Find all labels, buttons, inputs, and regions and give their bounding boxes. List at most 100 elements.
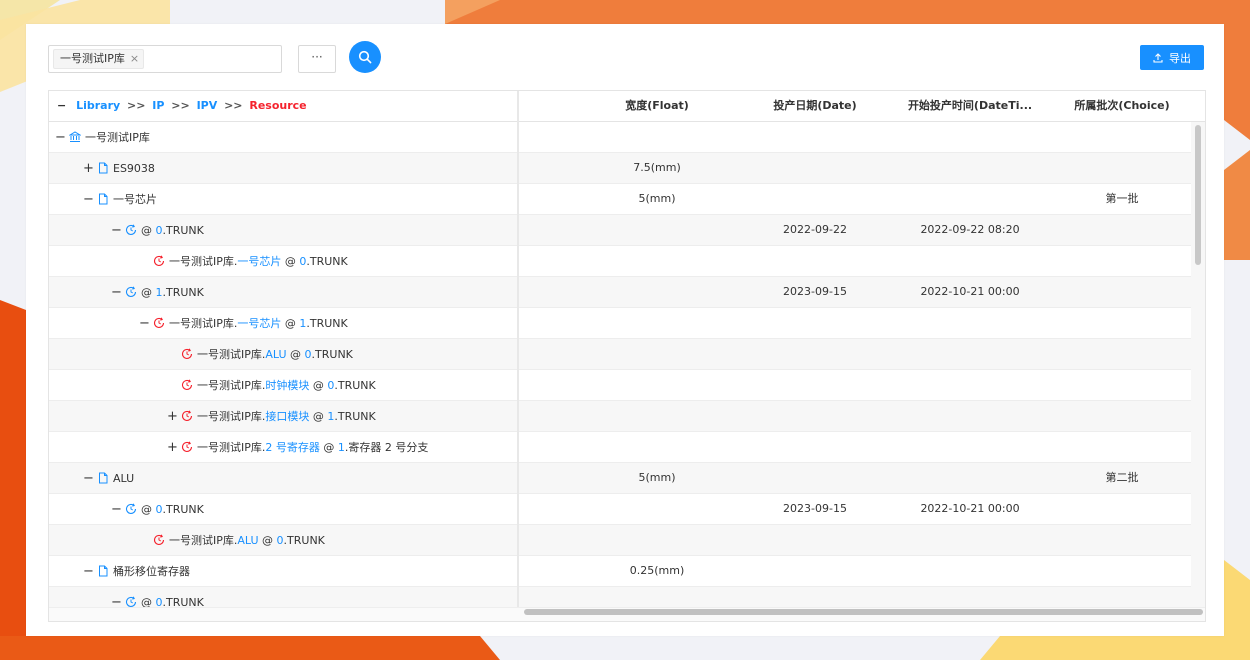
table-cell[interactable] [745, 370, 885, 400]
table-cell[interactable] [1055, 432, 1189, 462]
table-cell[interactable] [569, 246, 745, 276]
table-cell[interactable] [1055, 525, 1189, 555]
table-cell[interactable]: 2023-09-15 [745, 277, 885, 307]
table-cell[interactable] [885, 463, 1055, 493]
collapse-icon[interactable]: − [139, 316, 150, 331]
tag-remove-icon[interactable]: × [130, 50, 139, 68]
tree-node-label[interactable]: 一号测试IP库.时钟模块 @ 0.TRUNK [197, 377, 376, 393]
tree-node-label[interactable]: @ 0.TRUNK [141, 503, 204, 516]
table-row[interactable]: − 一号芯片 5(mm) 第一批 [49, 184, 1205, 215]
table-cell[interactable] [569, 432, 745, 462]
node-link[interactable]: ALU [265, 348, 286, 361]
table-cell[interactable] [885, 308, 1055, 338]
table-cell[interactable] [885, 184, 1055, 214]
collapse-icon[interactable]: − [111, 223, 122, 238]
collapse-icon[interactable]: − [111, 285, 122, 300]
node-link[interactable]: 0 [156, 503, 163, 516]
table-cell[interactable] [1055, 494, 1189, 524]
column-header-start-time[interactable]: 开始投产时间(DateTi... [885, 91, 1055, 121]
export-button[interactable]: 导出 [1140, 45, 1204, 70]
table-cell[interactable] [745, 122, 885, 152]
table-cell[interactable]: 2022-10-21 00:00 [885, 494, 1055, 524]
tree-node-label[interactable]: 一号芯片 [113, 191, 157, 207]
tree-node-label[interactable]: @ 0.TRUNK [141, 224, 204, 237]
table-cell[interactable] [569, 215, 745, 245]
node-link[interactable]: 1 [156, 286, 163, 299]
table-cell[interactable]: 7.5(mm) [569, 153, 745, 183]
table-cell[interactable] [745, 246, 885, 276]
table-row[interactable]: + 一号测试IP库.2 号寄存器 @ 1.寄存器 2 号分支 [49, 432, 1205, 463]
node-link[interactable]: 一号芯片 [237, 317, 281, 330]
node-link[interactable]: 0 [305, 348, 312, 361]
table-cell[interactable]: 第二批 [1055, 463, 1189, 493]
column-header-width[interactable]: 宽度(Float) [569, 91, 745, 121]
table-row[interactable]: 一号测试IP库.ALU @ 0.TRUNK [49, 525, 1205, 556]
collapse-icon[interactable]: − [83, 192, 94, 207]
table-row[interactable]: 一号测试IP库.ALU @ 0.TRUNK [49, 339, 1205, 370]
tree-node-label[interactable]: 一号测试IP库.一号芯片 @ 0.TRUNK [169, 253, 348, 269]
table-row[interactable]: − ALU 5(mm) 第二批 [49, 463, 1205, 494]
library-select[interactable]: 一号测试IP库 × [48, 45, 282, 73]
collapse-icon[interactable]: − [83, 564, 94, 579]
tree-node-label[interactable]: 一号测试IP库 [85, 129, 150, 145]
table-cell[interactable] [1055, 122, 1189, 152]
table-row[interactable]: − @ 1.TRUNK 2023-09-15 2022-10-21 00:00 [49, 277, 1205, 308]
table-cell[interactable] [745, 432, 885, 462]
table-cell[interactable] [569, 401, 745, 431]
search-button[interactable] [349, 41, 381, 73]
table-cell[interactable] [1055, 246, 1189, 276]
table-cell[interactable]: 5(mm) [569, 463, 745, 493]
table-cell[interactable] [1055, 277, 1189, 307]
table-cell[interactable] [885, 401, 1055, 431]
table-cell[interactable] [1055, 308, 1189, 338]
table-cell[interactable] [745, 556, 885, 586]
table-cell[interactable] [569, 122, 745, 152]
table-cell[interactable] [885, 153, 1055, 183]
expand-icon[interactable]: + [167, 440, 178, 455]
table-row[interactable]: 一号测试IP库.一号芯片 @ 0.TRUNK [49, 246, 1205, 277]
table-row[interactable]: + 一号测试IP库.接口模块 @ 1.TRUNK [49, 401, 1205, 432]
table-cell[interactable]: 2022-09-22 [745, 215, 885, 245]
tree-node-label[interactable]: 一号测试IP库.ALU @ 0.TRUNK [169, 532, 325, 548]
table-cell[interactable] [885, 246, 1055, 276]
table-cell[interactable] [569, 370, 745, 400]
table-cell[interactable] [1055, 370, 1189, 400]
expand-icon[interactable]: + [83, 161, 94, 176]
tree-node-label[interactable]: ALU [113, 472, 134, 485]
table-cell[interactable] [569, 525, 745, 555]
collapse-icon[interactable]: − [83, 471, 94, 486]
table-cell[interactable] [885, 432, 1055, 462]
table-cell[interactable] [745, 184, 885, 214]
table-row[interactable]: − 一号测试IP库 [49, 122, 1205, 153]
table-cell[interactable] [885, 556, 1055, 586]
table-cell[interactable] [745, 153, 885, 183]
tree-node-label[interactable]: 桶形移位寄存器 [113, 563, 190, 579]
table-cell[interactable] [1055, 339, 1189, 369]
table-row[interactable]: − 一号测试IP库.一号芯片 @ 1.TRUNK [49, 308, 1205, 339]
table-cell[interactable] [745, 401, 885, 431]
node-link[interactable]: 2 号寄存器 [265, 441, 320, 454]
node-link[interactable]: 0 [156, 224, 163, 237]
table-row[interactable]: + ES9038 7.5(mm) [49, 153, 1205, 184]
expand-icon[interactable]: + [167, 409, 178, 424]
table-cell[interactable] [745, 339, 885, 369]
node-link[interactable]: 0 [277, 534, 284, 547]
breadcrumb-ipv[interactable]: IPV [197, 99, 218, 112]
tree-node-label[interactable]: 一号测试IP库.2 号寄存器 @ 1.寄存器 2 号分支 [197, 439, 428, 455]
table-cell[interactable] [745, 463, 885, 493]
node-link[interactable]: 一号芯片 [237, 255, 281, 268]
collapse-all-icon[interactable]: − [57, 99, 66, 112]
node-link[interactable]: ALU [237, 534, 258, 547]
tree-node-label[interactable]: 一号测试IP库.接口模块 @ 1.TRUNK [197, 408, 376, 424]
table-cell[interactable] [569, 494, 745, 524]
more-button[interactable]: ··· [298, 45, 336, 73]
table-cell[interactable] [885, 122, 1055, 152]
column-header-date[interactable]: 投产日期(Date) [745, 91, 885, 121]
table-cell[interactable] [885, 370, 1055, 400]
tree-node-label[interactable]: @ 1.TRUNK [141, 286, 204, 299]
table-cell[interactable]: 2022-10-21 00:00 [885, 277, 1055, 307]
table-cell[interactable] [1055, 401, 1189, 431]
collapse-icon[interactable]: − [111, 502, 122, 517]
breadcrumb-ip[interactable]: IP [152, 99, 164, 112]
node-link[interactable]: 接口模块 [265, 410, 309, 423]
